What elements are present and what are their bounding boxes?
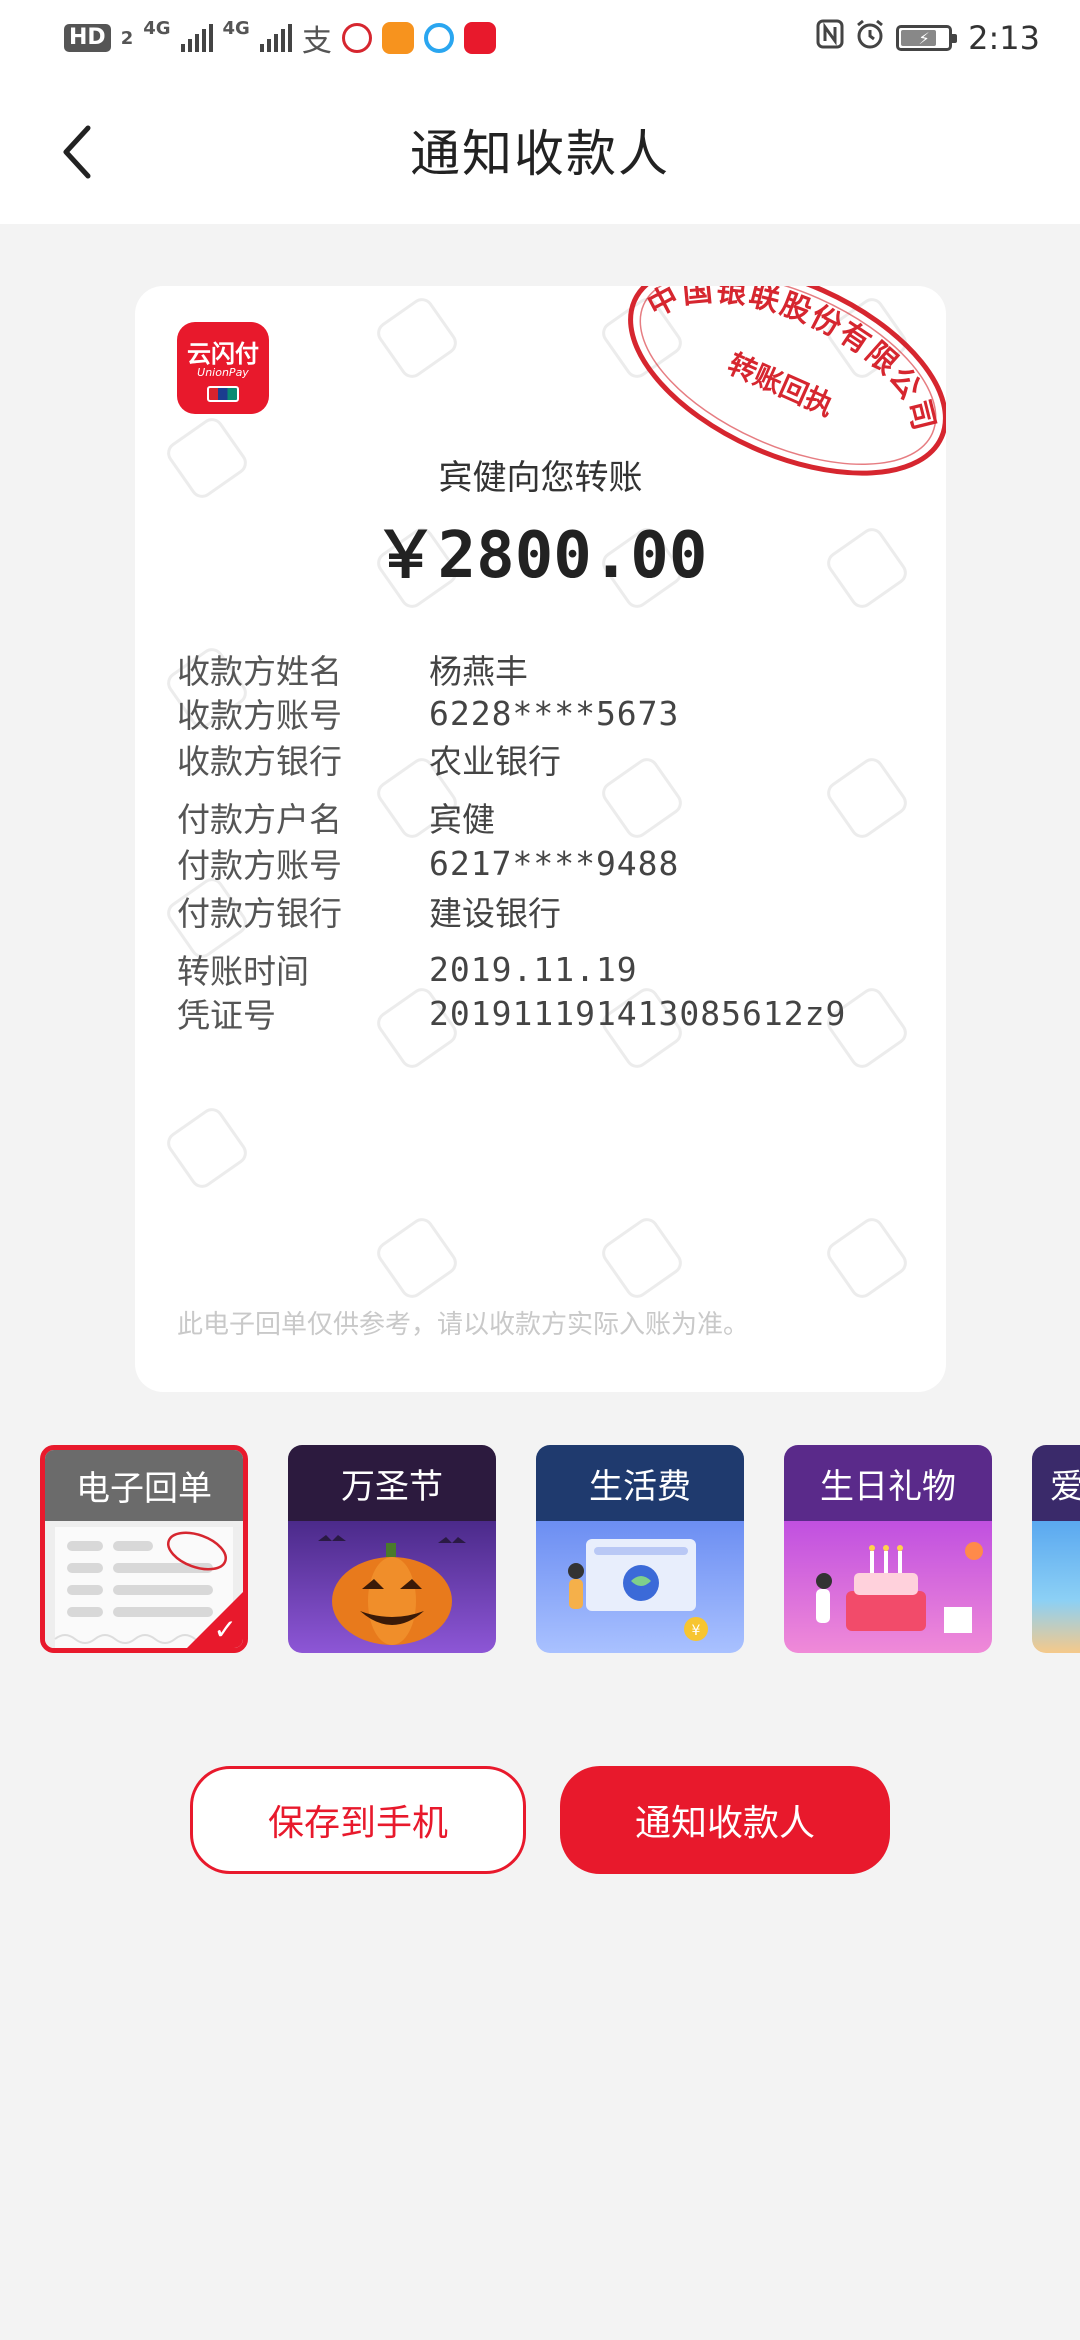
- watermark-icon: [372, 293, 462, 383]
- page-title: 通知收款人: [410, 125, 670, 183]
- watermark-icon: [162, 1103, 252, 1193]
- uc-browser-icon: [381, 22, 414, 54]
- detail-row-payer-bank: 付款方银行 建设银行: [177, 888, 916, 934]
- detail-value: 6217****9488: [429, 843, 680, 883]
- svg-text:¥: ¥: [692, 1623, 701, 1639]
- nav-bar: 通知收款人: [0, 76, 1080, 224]
- people-money-icon: ¥: [536, 1521, 744, 1653]
- logo-text: 云闪付: [187, 340, 259, 368]
- detail-value: 6228****5673: [429, 693, 680, 733]
- sim-index: 2: [120, 27, 134, 49]
- status-bar: HD 2 4G 4G 支 ⚡ 2:13: [0, 0, 1080, 76]
- save-to-phone-button[interactable]: 保存到手机: [190, 1766, 526, 1874]
- stamp-line-2: 转账回执: [723, 347, 839, 423]
- unionpay-card-icon: [207, 386, 239, 402]
- template-living-expenses[interactable]: 生活费 ¥: [536, 1445, 744, 1653]
- back-button[interactable]: [36, 112, 116, 192]
- alarm-icon: [854, 18, 886, 58]
- template-label: 生活费: [536, 1445, 744, 1521]
- template-label: 电子回单: [45, 1450, 243, 1521]
- detail-label: 收款方银行: [177, 742, 342, 781]
- detail-row-payer-name: 付款方户名 宾健: [177, 794, 916, 840]
- chat-bubble-icon: [423, 23, 454, 53]
- detail-label: 付款方户名: [177, 800, 342, 839]
- notify-payee-button[interactable]: 通知收款人: [560, 1766, 890, 1874]
- receipt-card: 云闪付 UnionPay 中国银联股份有限公司 转账回执 宾健向您转账 ￥280…: [135, 286, 946, 1392]
- detail-label: 付款方账号: [177, 846, 342, 885]
- stamp-line-1: 中国银联股份有限公司: [633, 286, 946, 447]
- detail-value: 2019.11.19: [429, 949, 638, 989]
- detail-value: 杨燕丰: [429, 652, 528, 691]
- watermark-icon: [822, 1213, 912, 1303]
- template-label: 爱: [1032, 1445, 1080, 1521]
- nfc-icon: [816, 19, 844, 57]
- template-e-receipt[interactable]: 电子回单 ✓: [40, 1445, 248, 1653]
- pumpkin-icon: [288, 1521, 496, 1653]
- status-right: ⚡ 2:13: [816, 18, 1040, 58]
- battery-icon: ⚡: [896, 25, 958, 51]
- birthday-cake-icon: [784, 1521, 992, 1653]
- detail-label: 转账时间: [177, 952, 309, 991]
- detail-value: 宾健: [429, 800, 495, 839]
- detail-row-payee-bank: 收款方银行 农业银行: [177, 736, 916, 782]
- template-label: 万圣节: [288, 1445, 496, 1521]
- network-type-1: 4G: [143, 17, 171, 39]
- detail-label: 收款方姓名: [177, 652, 342, 691]
- status-left: HD 2 4G 4G 支: [64, 16, 496, 60]
- hd-voice-icon: HD: [64, 24, 111, 52]
- network-type-2: 4G: [222, 17, 250, 39]
- checkmark-icon: ✓: [213, 1613, 237, 1646]
- template-label: 生日礼物: [784, 1445, 992, 1521]
- watermark-icon: [597, 1213, 687, 1303]
- template-birthday-gift[interactable]: 生日礼物: [784, 1445, 992, 1653]
- template-love[interactable]: 爱: [1032, 1445, 1080, 1653]
- signal-icon-2: [259, 24, 292, 52]
- template-halloween[interactable]: 万圣节: [288, 1445, 496, 1653]
- clock: 2:13: [968, 19, 1040, 57]
- detail-row-payee-account: 收款方账号 6228****5673: [177, 690, 916, 736]
- detail-value: 农业银行: [429, 742, 561, 781]
- cmb-app-icon: [341, 23, 372, 53]
- detail-row-transfer-time: 转账时间 2019.11.19: [177, 946, 916, 992]
- detail-row-payee-name: 收款方姓名 杨燕丰: [177, 646, 916, 692]
- detail-row-voucher-number: 凭证号 201911191413085612z9: [177, 990, 916, 1036]
- unionpay-app-icon: [463, 22, 496, 54]
- alipay-icon: 支: [301, 24, 332, 59]
- chevron-left-icon: [63, 125, 91, 179]
- detail-value: 201911191413085612z9: [429, 993, 847, 1033]
- detail-value: 建设银行: [429, 894, 561, 933]
- watermark-icon: [372, 1213, 462, 1303]
- transfer-greeting: 宾健向您转账: [438, 458, 643, 498]
- transfer-amount: ￥2800.00: [373, 519, 708, 593]
- logo-subtext: UnionPay: [197, 366, 249, 379]
- template-selector[interactable]: 电子回单 ✓ 万圣节 生活费 ¥ 生日礼物 爱: [40, 1445, 1080, 1655]
- signal-icon: [180, 24, 213, 52]
- unionpay-logo: 云闪付 UnionPay: [177, 322, 269, 414]
- detail-label: 收款方账号: [177, 696, 342, 735]
- disclaimer-text: 此电子回单仅供参考，请以收款方实际入账为准。: [177, 1310, 750, 1340]
- detail-label: 付款方银行: [177, 894, 342, 933]
- detail-label: 凭证号: [177, 996, 276, 1035]
- detail-row-payer-account: 付款方账号 6217****9488: [177, 840, 916, 886]
- beach-scene-icon: [1032, 1521, 1080, 1653]
